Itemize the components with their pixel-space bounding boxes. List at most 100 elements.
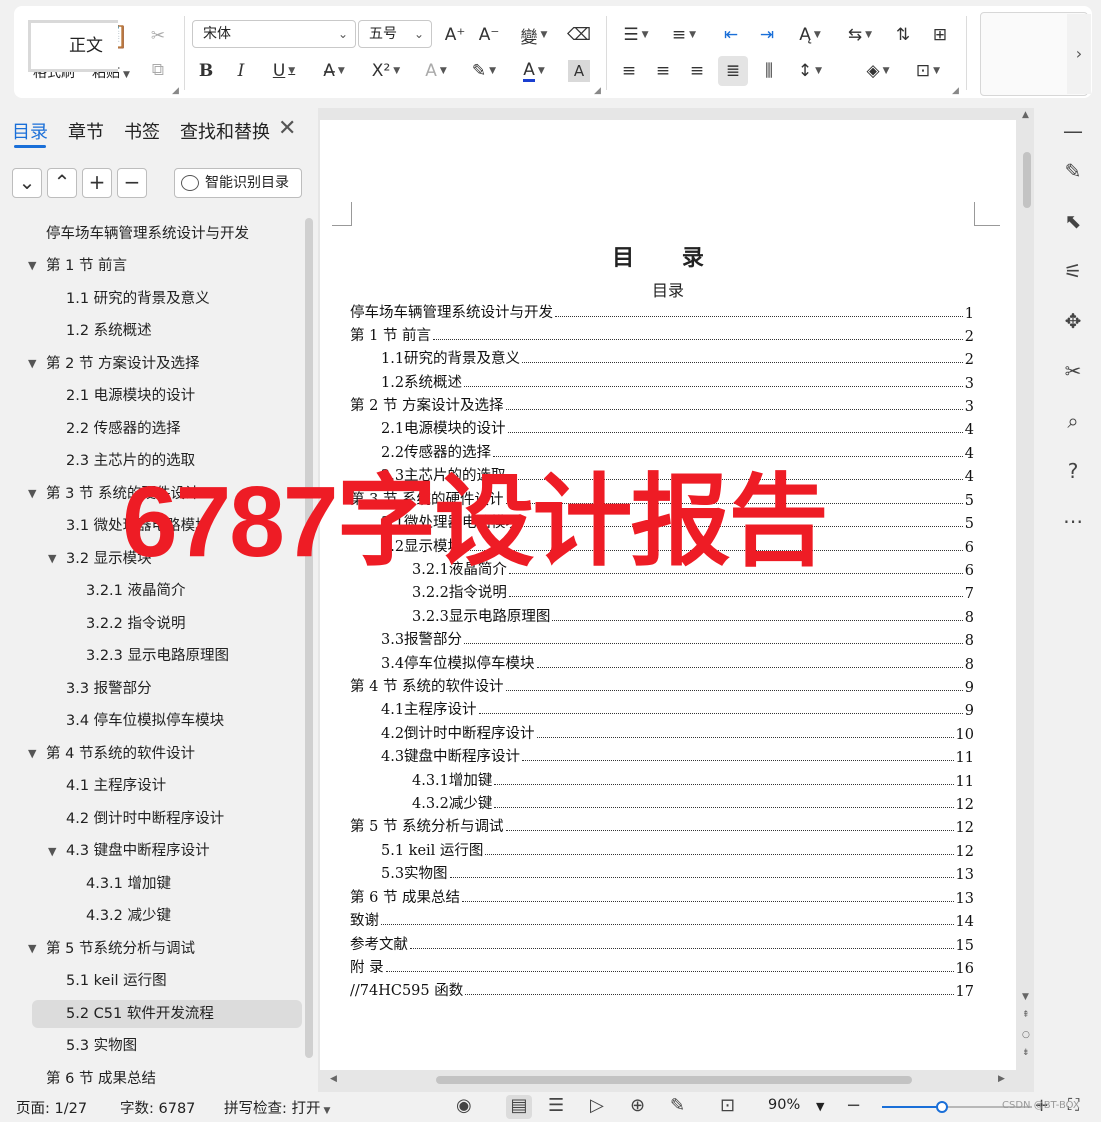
expand-caret-icon[interactable]: ▼ [28, 259, 36, 272]
next-page-icon[interactable]: ⇟ [1022, 1048, 1030, 1058]
nav-toc-item[interactable]: 3.2.2 指令说明 [86, 610, 186, 638]
font-size-select[interactable]: 五号 ⌄ [358, 20, 432, 48]
tab-chapters[interactable]: 章节 [68, 118, 104, 144]
nav-toc-item[interactable]: 3.4 停车位模拟停车模块 [66, 707, 224, 735]
clipboard-dialog-launcher-icon[interactable]: ◢ [172, 86, 179, 96]
nav-toc-item[interactable]: 4.2 倒计时中断程序设计 [66, 805, 224, 833]
toc-entry[interactable]: 第 6 节 成果总结 13 [350, 885, 974, 907]
smart-toc-button[interactable]: 智能识别目录 [174, 168, 302, 198]
toc-entry[interactable]: 参考文献 15 [350, 932, 974, 954]
nav-toc-item-selected[interactable]: 5.2 C51 软件开发流程 [32, 1000, 302, 1028]
close-icon[interactable]: ✕ [278, 116, 296, 141]
nav-toc-item[interactable]: 5.3 实物图 [66, 1032, 137, 1060]
outline-view-icon[interactable]: ☰ [548, 1095, 564, 1116]
shading-icon[interactable]: ◈ ▼ [860, 58, 896, 84]
toc-entry[interactable]: 1.2系统概述 3 [350, 370, 974, 392]
reading-search-icon[interactable]: ⌕ [1058, 406, 1088, 436]
pen-icon[interactable]: ✎ [1058, 156, 1088, 186]
toc-entry[interactable]: 4.1主程序设计 9 [350, 697, 974, 719]
text-direction-icon[interactable]: Ą ▼ [790, 22, 830, 48]
tab-find-replace[interactable]: 查找和替换 [180, 118, 270, 144]
expand-caret-icon[interactable]: ▼ [28, 942, 36, 955]
clear-format-icon[interactable]: ⌫ [566, 22, 592, 48]
toc-entry[interactable]: 3.4停车位模拟停车模块 8 [350, 651, 974, 673]
zoom-out-icon[interactable]: − [846, 1095, 861, 1116]
toc-entry[interactable]: 第 4 节 系统的软件设计 9 [350, 674, 974, 696]
show-marks-icon[interactable]: ⊞ [926, 22, 954, 48]
phonetic-guide-icon[interactable]: 變 ▼ [514, 22, 554, 48]
collapse-all-button[interactable]: ⌄ [12, 168, 42, 198]
eye-protection-icon[interactable]: ◉ [456, 1095, 472, 1116]
expand-caret-icon[interactable]: ▼ [28, 487, 36, 500]
justify-icon[interactable]: ≣ [718, 56, 748, 86]
nav-toc-item[interactable]: 1.1 研究的背景及意义 [66, 285, 210, 313]
nav-toc-item[interactable]: 4.3.2 减少键 [86, 902, 171, 930]
shrink-font-icon[interactable]: A⁻ [476, 22, 502, 48]
document-vertical-scrollbar[interactable]: ▲ ▼ ⇞ ○ ⇟ [1020, 108, 1034, 1068]
sort-icon[interactable]: ⇅ [890, 22, 916, 48]
toc-entry[interactable]: 第 2 节 方案设计及选择 3 [350, 393, 974, 415]
web-view-icon[interactable]: ⊕ [630, 1095, 645, 1116]
vertical-scroll-thumb[interactable] [1023, 152, 1031, 208]
toc-entry[interactable]: 1.1研究的背景及意义 2 [350, 346, 974, 368]
chevron-down-icon[interactable]: ▼ [816, 1100, 824, 1113]
ai-assistant-icon[interactable]: ✥ [1058, 306, 1088, 336]
expand-up-button[interactable]: ⌃ [47, 168, 77, 198]
bullets-icon[interactable]: ☰ ▼ [618, 22, 654, 48]
toc-entry[interactable]: 3.2.3显示电路原理图 8 [350, 604, 974, 626]
tab-toc[interactable]: 目录 [12, 118, 48, 144]
highlight-icon[interactable]: ✎ ▼ [466, 58, 502, 84]
distribute-icon[interactable]: ⫼ [756, 58, 782, 84]
select-browse-object-icon[interactable]: ○ [1022, 1030, 1030, 1040]
text-rotate-icon[interactable]: ⇆ ▼ [842, 22, 878, 48]
tab-bookmarks[interactable]: 书签 [124, 118, 160, 144]
word-count[interactable]: 字数: 6787 [120, 1097, 195, 1118]
more-icon[interactable]: ⋯ [1058, 506, 1088, 536]
nav-toc-item[interactable]: 3.3 报警部分 [66, 675, 152, 703]
align-center-icon[interactable]: ≡ [650, 58, 676, 84]
scroll-up-icon[interactable]: ▲ [1022, 110, 1029, 120]
copy-icon[interactable]: ⧉ [146, 58, 170, 82]
fit-page-icon[interactable]: ⊡ [720, 1095, 735, 1116]
spell-check-toggle[interactable]: 拼写检查: 打开 ▼ [224, 1097, 330, 1118]
write-mode-icon[interactable]: ✎ [670, 1095, 685, 1116]
scroll-down-icon[interactable]: ▼ [1022, 992, 1029, 1002]
scroll-right-icon[interactable]: ▶ [998, 1074, 1005, 1084]
bold-icon[interactable]: B [194, 58, 218, 84]
toc-entry[interactable]: 5.3实物图 13 [350, 861, 974, 883]
nav-scrollbar[interactable] [305, 218, 313, 1058]
page-view-icon[interactable]: ▤ [506, 1095, 532, 1119]
toc-entry[interactable]: 附 录 16 [350, 955, 974, 977]
style-gallery-next-button[interactable]: › [1067, 14, 1091, 94]
increase-indent-icon[interactable]: ⇥ [754, 22, 780, 48]
toc-entry[interactable]: 4.2倒计时中断程序设计 10 [350, 721, 974, 743]
expand-caret-icon[interactable]: ▼ [48, 552, 56, 565]
prev-page-icon[interactable]: ⇞ [1022, 1010, 1030, 1020]
horizontal-scroll-thumb[interactable] [436, 1076, 912, 1084]
play-icon[interactable]: ▷ [590, 1095, 604, 1116]
adjust-settings-icon[interactable]: ⚟ [1058, 256, 1088, 286]
nav-toc-item[interactable]: 1.2 系统概述 [66, 317, 152, 345]
nav-toc-item[interactable]: 第 1 节 前言 [46, 252, 127, 280]
text-effect-icon[interactable]: A ▼ [418, 58, 454, 84]
zoom-slider-knob[interactable] [936, 1101, 948, 1113]
nav-toc-item[interactable]: 停车场车辆管理系统设计与开发 [46, 220, 249, 248]
nav-toc-item[interactable]: 3.2.3 显示电路原理图 [86, 642, 229, 670]
character-shading-icon[interactable]: A [568, 60, 590, 82]
collapse-panel-icon[interactable]: — [1058, 116, 1088, 146]
zoom-level[interactable]: 90% [768, 1097, 800, 1113]
expand-caret-icon[interactable]: ▼ [28, 747, 36, 760]
help-icon[interactable]: ? [1058, 456, 1088, 486]
line-spacing-icon[interactable]: ↕ ▼ [790, 58, 830, 84]
remove-heading-button[interactable]: − [117, 168, 147, 198]
toc-entry[interactable]: 第 1 节 前言 2 [350, 323, 974, 345]
tools-icon[interactable]: ✂ [1058, 356, 1088, 386]
scroll-left-icon[interactable]: ◀ [330, 1074, 337, 1084]
superscript-icon[interactable]: X² ▼ [366, 58, 406, 84]
add-heading-button[interactable]: + [82, 168, 112, 198]
toc-entry[interactable]: 2.1电源模块的设计 4 [350, 416, 974, 438]
page-indicator[interactable]: 页面: 1/27 [16, 1097, 87, 1118]
decrease-indent-icon[interactable]: ⇤ [718, 22, 744, 48]
toc-entry[interactable]: 4.3.2减少键 12 [350, 791, 974, 813]
toc-entry[interactable]: 4.3键盘中断程序设计 11 [350, 744, 974, 766]
